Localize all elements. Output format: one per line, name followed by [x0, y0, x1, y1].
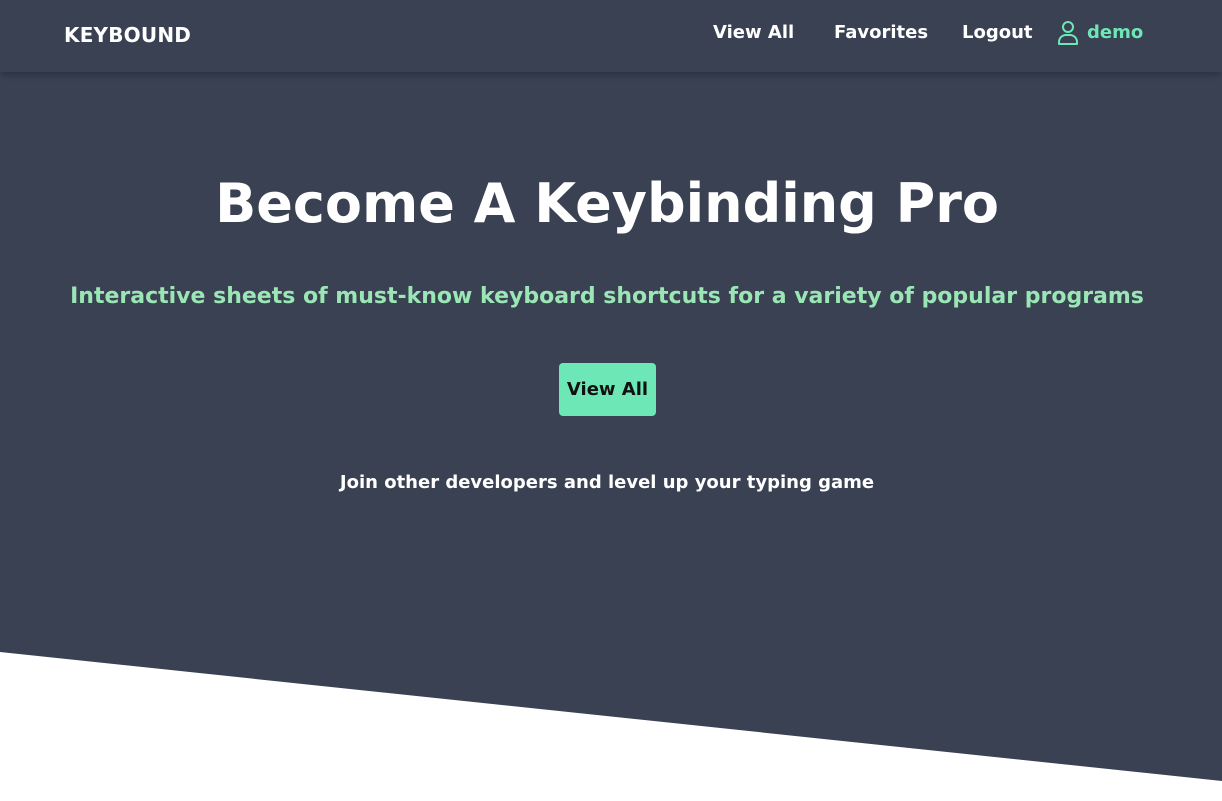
view-all-button[interactable]: View All — [559, 363, 656, 416]
user-icon — [1057, 20, 1079, 46]
user-profile-link[interactable]: demo — [1057, 20, 1143, 46]
hero-tagline: Join other developers and level up your … — [339, 472, 875, 493]
landing-page: KEYBOUND View All Favorites Logout demo … — [0, 0, 1222, 801]
brand-logo[interactable]: KEYBOUND — [64, 22, 191, 48]
nav-link-logout[interactable]: Logout — [962, 21, 1033, 45]
user-name: demo — [1087, 22, 1144, 43]
hero-title: Become A Keybinding Pro — [215, 172, 999, 235]
hero-subtitle: Interactive sheets of must-know keyboard… — [70, 284, 1144, 309]
nav-link-view-all[interactable]: View All — [713, 21, 794, 45]
navbar: KEYBOUND View All Favorites Logout demo — [0, 0, 1222, 72]
nav-link-favorites[interactable]: Favorites — [834, 21, 928, 45]
